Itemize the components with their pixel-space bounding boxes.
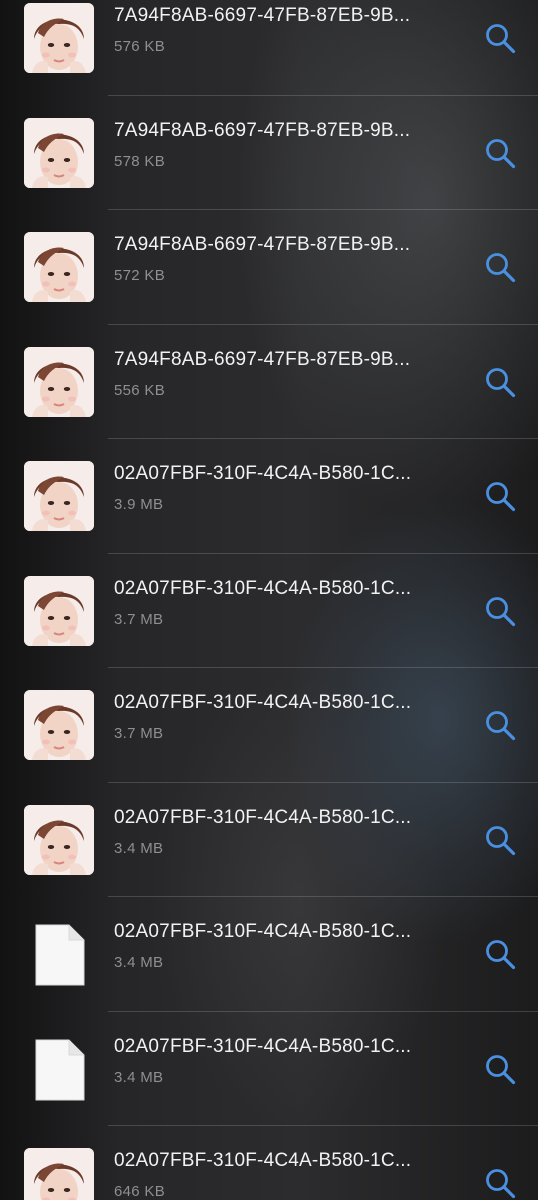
document-icon xyxy=(35,1039,85,1101)
file-size: 556 KB xyxy=(114,381,166,399)
file-row[interactable]: 7A94F8AB-6697-47FB-87EB-9B... 572 KB xyxy=(0,210,538,325)
file-name: 02A07FBF-310F-4C4A-B580-1C... xyxy=(114,806,412,828)
magnifying-glass-icon[interactable] xyxy=(484,137,516,169)
photo-thumbnail xyxy=(24,232,94,302)
file-size: 3.7 MB xyxy=(114,725,164,742)
file-row[interactable]: 02A07FBF-310F-4C4A-B580-1C... 3.9 MB xyxy=(0,439,538,554)
magnifying-glass-icon[interactable] xyxy=(484,824,516,856)
file-size: 3.4 MB xyxy=(114,839,164,857)
file-row[interactable]: 7A94F8AB-6697-47FB-87EB-9B... 576 KB xyxy=(0,0,538,96)
magnifying-glass-icon[interactable] xyxy=(484,1053,516,1085)
file-row[interactable]: 02A07FBF-310F-4C4A-B580-1C... 3.4 MB xyxy=(0,897,538,1012)
file-row[interactable]: 02A07FBF-310F-4C4A-B580-1C... 3.7 MB xyxy=(0,554,538,669)
file-name: 7A94F8AB-6697-47FB-87EB-9B... xyxy=(114,348,411,370)
magnifying-glass-icon[interactable] xyxy=(484,480,516,512)
magnifying-glass-icon[interactable] xyxy=(484,22,516,54)
file-name: 02A07FBF-310F-4C4A-B580-1C... xyxy=(114,692,412,713)
magnifying-glass-icon[interactable] xyxy=(484,938,516,970)
file-size: 3.4 MB xyxy=(114,1068,164,1086)
magnifying-glass-icon[interactable] xyxy=(484,709,516,741)
file-name: 02A07FBF-310F-4C4A-B580-1C... xyxy=(114,1035,412,1057)
magnifying-glass-icon[interactable] xyxy=(484,595,516,627)
magnifying-glass-icon[interactable] xyxy=(484,366,516,398)
file-row[interactable]: 7A94F8AB-6697-47FB-87EB-9B... 578 KB xyxy=(0,96,538,211)
file-name: 7A94F8AB-6697-47FB-87EB-9B... xyxy=(114,234,411,255)
file-row[interactable]: 7A94F8AB-6697-47FB-87EB-9B... 556 KB xyxy=(0,325,538,440)
magnifying-glass-icon[interactable] xyxy=(484,1167,516,1199)
file-size: 3.7 MB xyxy=(114,610,164,628)
photo-thumbnail xyxy=(24,346,94,417)
file-row[interactable]: 02A07FBF-310F-4C4A-B580-1C... 3.7 MB xyxy=(0,668,538,783)
photo-thumbnail xyxy=(24,3,94,73)
file-name: 02A07FBF-310F-4C4A-B580-1C... xyxy=(114,463,412,484)
file-size: 578 KB xyxy=(114,152,166,170)
file-size: 3.4 MB xyxy=(114,954,164,971)
file-size: 576 KB xyxy=(114,38,166,55)
photo-thumbnail xyxy=(24,1148,94,1200)
file-name: 02A07FBF-310F-4C4A-B580-1C... xyxy=(114,1150,412,1171)
file-size: 572 KB xyxy=(114,267,166,284)
photo-thumbnail xyxy=(24,804,94,875)
file-row[interactable]: 02A07FBF-310F-4C4A-B580-1C... 646 KB xyxy=(0,1126,538,1200)
file-name: 7A94F8AB-6697-47FB-87EB-9B... xyxy=(114,119,411,141)
photo-thumbnail xyxy=(24,690,94,760)
file-row[interactable]: 02A07FBF-310F-4C4A-B580-1C... 3.4 MB xyxy=(0,1012,538,1127)
magnifying-glass-icon[interactable] xyxy=(484,251,516,283)
file-name: 02A07FBF-310F-4C4A-B580-1C... xyxy=(114,577,412,599)
photo-thumbnail xyxy=(24,117,94,188)
document-icon xyxy=(35,924,85,986)
file-list: 7A94F8AB-6697-47FB-87EB-9B... 576 KB 7A94… xyxy=(0,0,538,1200)
photo-thumbnail xyxy=(24,461,94,531)
file-size: 3.9 MB xyxy=(114,496,164,513)
file-name: 7A94F8AB-6697-47FB-87EB-9B... xyxy=(114,5,411,26)
file-size: 646 KB xyxy=(114,1183,166,1200)
photo-thumbnail xyxy=(24,575,94,646)
file-name: 02A07FBF-310F-4C4A-B580-1C... xyxy=(114,921,412,942)
file-row[interactable]: 02A07FBF-310F-4C4A-B580-1C... 3.4 MB xyxy=(0,783,538,898)
